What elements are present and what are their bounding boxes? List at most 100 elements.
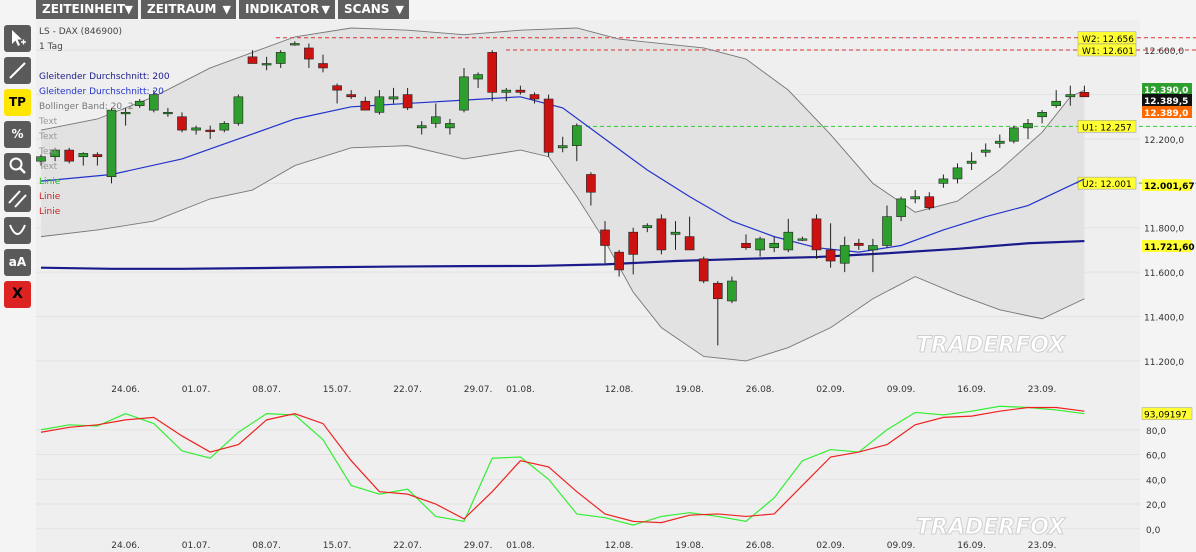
percent-tool-button[interactable]: %	[4, 121, 31, 148]
candle-body	[529, 94, 540, 100]
legend-entry[interactable]: Linie	[39, 192, 61, 202]
candle-body	[233, 96, 244, 124]
candle-body	[980, 149, 991, 153]
candle-body	[36, 156, 46, 162]
delete-tool-button[interactable]: X	[4, 281, 31, 308]
candle-body	[247, 56, 258, 64]
date-tick-label: 19.08.	[675, 385, 704, 395]
date-tick-label: 24.06.	[111, 385, 140, 395]
legend-entry[interactable]: Text	[38, 147, 58, 157]
candle-body	[684, 236, 695, 251]
cursor-tool-button[interactable]	[4, 25, 31, 52]
legend-entry[interactable]: Gleitender Durchschnitt: 200	[39, 72, 170, 82]
chevron-down-icon: ▼	[222, 3, 231, 16]
price-tag-label: 12.389,5	[1144, 97, 1188, 107]
pivot-label: W1: 12.601	[1082, 47, 1134, 57]
candle-body	[1079, 92, 1090, 98]
cursor-icon	[12, 30, 26, 46]
candle-body	[571, 125, 582, 146]
candle-body	[64, 149, 75, 162]
date-tick-label: 24.06.	[111, 541, 140, 551]
oscillator-chart[interactable]: 0,0 20,0 40,0 60,0 80,0 24.06. 01.07. 08.07. 15…	[36, 400, 1196, 552]
oscillator-tick-label: 80,0	[1146, 427, 1166, 437]
date-tick-label: 01.08.	[506, 541, 535, 551]
candle-body	[882, 216, 892, 246]
top-menu-bar: ZEITEINHEIT ▼ ZEITRAUM ▼ INDIKATOR ▼ SCA…	[0, 0, 1196, 20]
candle-body	[1065, 94, 1076, 98]
legend-entry[interactable]: Linie	[39, 177, 61, 187]
menu-zeiteinheit[interactable]: ZEITEINHEIT ▼	[36, 0, 138, 19]
candle-body	[205, 129, 215, 132]
candle-body	[416, 125, 427, 129]
watermark: TRADERFOX	[916, 333, 1066, 358]
candle-body	[656, 218, 667, 251]
candle-body	[966, 160, 977, 164]
date-tick-label: 16.09.	[957, 541, 986, 551]
candle-body	[459, 76, 469, 111]
legend-entry[interactable]: Text	[38, 117, 58, 127]
menu-zeitraum[interactable]: ZEITRAUM ▼	[141, 0, 236, 19]
candle-body	[120, 112, 131, 115]
tp-tool-button[interactable]: TP	[4, 89, 31, 116]
candle-body	[769, 242, 780, 249]
date-tick-label: 23.09.	[1028, 385, 1057, 395]
oscillator-tick-label: 40,0	[1146, 476, 1166, 486]
menu-scans[interactable]: SCANS ▼	[338, 0, 409, 19]
zoom-tool-button[interactable]	[4, 153, 31, 180]
candle-body	[741, 242, 751, 249]
oscillator-value-label: 93,09197	[1144, 411, 1187, 421]
price-tick-label: 11.800,0	[1144, 225, 1184, 235]
candle-body	[430, 116, 441, 124]
arc-tool-button[interactable]	[4, 217, 31, 244]
candle-body	[501, 89, 512, 93]
pivot-label: U1: 12.257	[1082, 123, 1132, 133]
candle-body	[783, 231, 794, 251]
menu-zeitraum-label: ZEITRAUM	[147, 2, 217, 16]
menu-scans-label: SCANS	[344, 2, 390, 16]
candle-body	[600, 229, 610, 246]
candle-body	[515, 89, 526, 93]
menu-indikator[interactable]: INDIKATOR ▼	[239, 0, 335, 19]
price-tick-label: 12.600,0	[1144, 47, 1184, 57]
pivot-label: U2: 12.001	[1082, 180, 1132, 190]
price-tag-label: 12.389,0	[1144, 109, 1188, 119]
price-chart[interactable]: W2: 12.656 W1: 12.601 U1: 12.257 U2: 12.001…	[36, 20, 1196, 400]
candle-body	[92, 154, 103, 158]
legend-entry[interactable]: Text	[38, 162, 58, 172]
date-tick-label: 08.07.	[252, 541, 281, 551]
price-tick-label: 11.600,0	[1144, 269, 1184, 279]
candle-body	[938, 178, 949, 184]
price-tag-label: 11.721,60	[1144, 243, 1195, 253]
candle-body	[712, 282, 723, 300]
date-tick-label: 22.07.	[393, 385, 422, 395]
date-tick-label: 19.08.	[675, 541, 704, 551]
date-tick-label: 29.07.	[464, 541, 493, 551]
text-tool-button[interactable]: aA	[4, 249, 31, 276]
candle-body	[360, 100, 371, 111]
legend-entry[interactable]: Linie	[39, 207, 61, 217]
candle-body	[332, 85, 342, 91]
candle-body	[952, 167, 963, 180]
date-tick-label: 23.09.	[1028, 541, 1057, 551]
candle-body	[163, 112, 173, 115]
menu-zeiteinheit-label: ZEITEINHEIT	[42, 2, 126, 16]
line-tool-button[interactable]	[4, 57, 31, 84]
legend-entry[interactable]: Gleitender Durchschnitt: 20	[39, 87, 164, 97]
date-tick-label: 12.08.	[605, 541, 634, 551]
candle-body	[106, 109, 117, 177]
legend-entry[interactable]: Bollinger Band: 20, 2	[39, 102, 134, 112]
price-tick-label: 11.200,0	[1144, 358, 1184, 368]
oscillator-value-tag: 93,09197	[1141, 407, 1193, 421]
legend-entry[interactable]: Text	[38, 132, 58, 142]
arc-icon	[9, 224, 26, 235]
candle-body	[868, 245, 878, 251]
candle-body	[797, 238, 808, 241]
candle-body	[910, 196, 921, 200]
date-tick-label: 09.09.	[887, 541, 916, 551]
date-tick-label: 02.09.	[816, 385, 845, 395]
candle-body	[586, 174, 596, 193]
watermark: TRADERFOX	[916, 515, 1066, 540]
parallel-tool-button[interactable]	[4, 185, 31, 212]
candle-body	[994, 140, 1005, 144]
oscillator-tick-label: 0,0	[1146, 526, 1161, 536]
